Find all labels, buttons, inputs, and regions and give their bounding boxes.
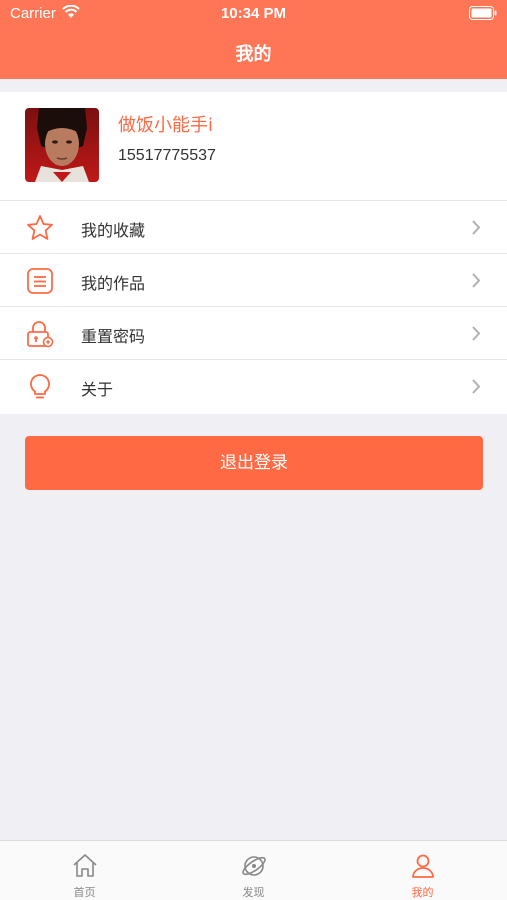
- menu-label: 我的作品: [81, 274, 146, 293]
- document-icon: [27, 268, 53, 294]
- home-icon: [73, 854, 97, 877]
- page-title: 我的: [235, 44, 272, 65]
- username: 做饭小能手i: [118, 115, 214, 136]
- avatar[interactable]: [25, 108, 99, 182]
- battery-icon: [469, 6, 497, 20]
- tab-label: 首页: [73, 886, 96, 899]
- planet-icon: [242, 856, 266, 876]
- tab-label: 发现: [242, 886, 265, 899]
- menu-item-about[interactable]: 关于: [0, 360, 507, 413]
- star-icon: [27, 215, 53, 240]
- tab-mine[interactable]: 我的: [338, 841, 507, 900]
- logout-button[interactable]: 退出登录: [25, 436, 483, 490]
- menu-item-favorites[interactable]: 我的收藏: [0, 201, 507, 254]
- tab-home[interactable]: 首页: [0, 841, 169, 900]
- menu-item-works[interactable]: 我的作品: [0, 254, 507, 307]
- menu-item-reset-password[interactable]: 重置密码: [0, 307, 507, 360]
- chevron-right-icon: [472, 379, 481, 394]
- chevron-right-icon: [472, 273, 481, 288]
- menu-label: 关于: [81, 380, 114, 399]
- header: Carrier 10:34 PM 我的: [0, 0, 507, 79]
- status-bar: Carrier 10:34 PM: [0, 0, 507, 28]
- chevron-right-icon: [472, 326, 481, 341]
- tab-label: 我的: [411, 886, 434, 899]
- menu-label: 我的收藏: [81, 221, 146, 240]
- person-icon: [412, 854, 434, 878]
- profile-card: 做饭小能手i 15517775537 我的收藏 我的作品 重置密码 关于: [0, 92, 507, 414]
- status-time: 10:34 PM: [220, 5, 287, 22]
- tab-bar: 首页 发现 我的: [0, 840, 507, 900]
- tab-discover[interactable]: 发现: [169, 841, 338, 900]
- menu-label: 重置密码: [81, 327, 146, 346]
- profile-section[interactable]: 做饭小能手i 15517775537: [0, 92, 507, 201]
- lightbulb-icon: [30, 374, 50, 399]
- chevron-right-icon: [472, 220, 481, 235]
- phone-number: 15517775537: [118, 147, 216, 164]
- lock-icon: [27, 321, 54, 348]
